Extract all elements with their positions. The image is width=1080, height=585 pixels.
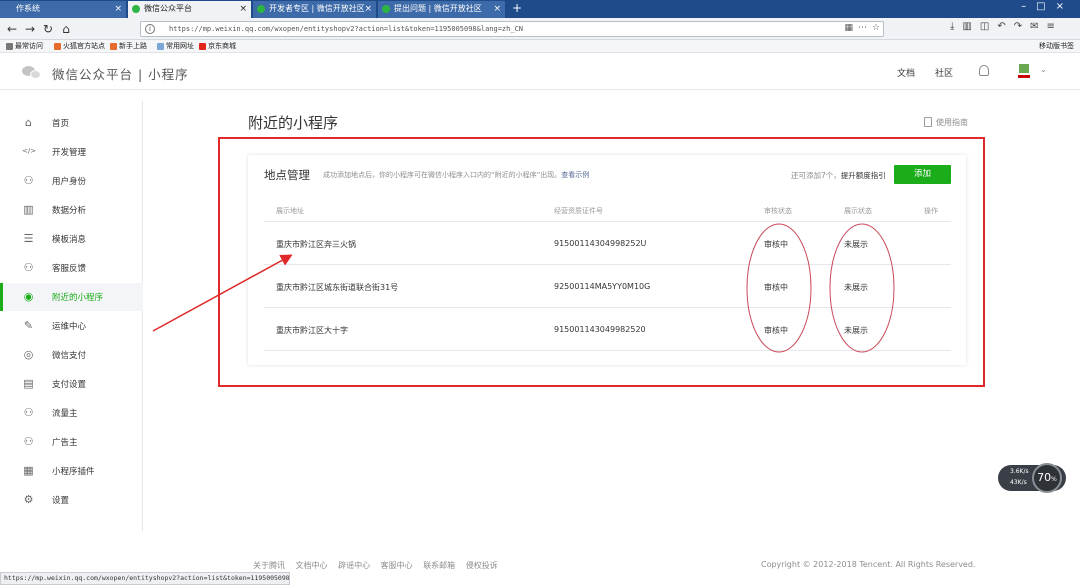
annotation-ellipse-display (829, 223, 895, 353)
footer-link[interactable]: 联系邮箱 (423, 561, 455, 570)
footer-link[interactable]: 关于腾讯 (253, 561, 285, 570)
annotation-arrow (152, 254, 293, 332)
footer-link[interactable]: 辟谣中心 (338, 561, 370, 570)
footer-link[interactable]: 文档中心 (296, 561, 328, 570)
download-speed: 43K/s (1010, 479, 1027, 486)
copyright: Copyright © 2012-2018 Tencent. All Right… (761, 560, 976, 569)
footer-link[interactable]: 客服中心 (381, 561, 413, 570)
footer-links: 关于腾讯 文档中心 辟谣中心 客服中心 联系邮箱 侵权投诉 (253, 560, 506, 571)
footer-link[interactable]: 侵权投诉 (466, 561, 498, 570)
upload-speed: 3.6K/s (1010, 468, 1029, 475)
annotation-ellipse-review (746, 223, 812, 353)
annotation-overlay (152, 223, 895, 353)
memory-percent: 70% (1032, 463, 1062, 493)
browser-status-url: https://mp.weixin.qq.com/wxopen/entitysh… (0, 572, 290, 585)
network-speed-widget[interactable]: 3.6K/s 43K/s 70% (998, 463, 1066, 493)
